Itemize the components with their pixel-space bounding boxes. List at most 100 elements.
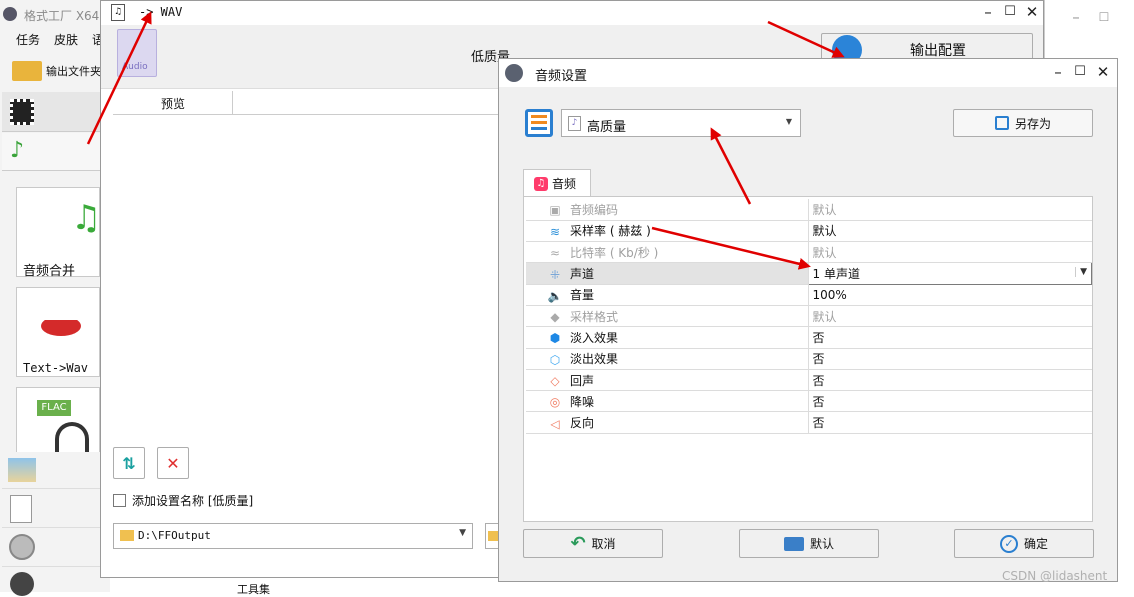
dialog-minimize-icon[interactable]: – bbox=[1047, 61, 1069, 83]
add-setting-name-checkbox[interactable] bbox=[113, 494, 126, 507]
property-row[interactable]: ▣ 音频编码 默认 bbox=[526, 199, 1092, 221]
preview-header-label: 预览 bbox=[161, 97, 186, 111]
dialog-title: 音频设置 bbox=[535, 69, 588, 84]
lips-caption bbox=[41, 312, 81, 320]
property-value: 默认 bbox=[812, 309, 837, 324]
folder-icon bbox=[12, 61, 42, 81]
dialog-maximize-icon[interactable]: ☐ bbox=[1069, 61, 1091, 83]
clear-button[interactable]: ✕ bbox=[157, 447, 189, 479]
main-window: 格式工厂 X64 5 任务 皮肤 语 输出文件夹 ♪ ♫ 音频合并 Text->… bbox=[0, 0, 111, 596]
property-value-cell[interactable]: 否 bbox=[808, 348, 1092, 370]
wave-lines-icon: ≈ bbox=[549, 246, 561, 261]
disc-icon bbox=[9, 534, 35, 560]
reverse-icon: ◁ bbox=[550, 416, 560, 431]
category-image[interactable] bbox=[2, 452, 100, 489]
property-name: 反向 bbox=[570, 416, 595, 431]
sort-button[interactable]: ⇅ bbox=[113, 447, 145, 479]
property-value-cell[interactable]: 否 bbox=[808, 390, 1092, 413]
save-as-button[interactable]: 另存为 bbox=[953, 109, 1093, 137]
property-value: 默认 bbox=[812, 245, 837, 260]
preset-select[interactable]: ♪ 高质量 ▼ bbox=[561, 109, 801, 137]
tool-text-to-wav[interactable]: Text->Wav bbox=[16, 287, 100, 377]
property-row[interactable]: ◆ 采样格式 默认 bbox=[526, 305, 1092, 328]
property-name-cell: ◁ 反向 bbox=[526, 411, 809, 434]
property-name-cell: ◇ 回声 bbox=[526, 369, 809, 392]
property-value-cell[interactable]: 否 bbox=[808, 369, 1092, 392]
property-name: 音频编码 bbox=[570, 202, 619, 217]
default-button[interactable]: 默认 bbox=[739, 529, 879, 558]
hexagon-solid-icon: ⬢ bbox=[549, 331, 561, 346]
folder-browse-icon bbox=[488, 531, 498, 541]
save-as-label: 另存为 bbox=[1014, 116, 1051, 131]
printer-icon bbox=[783, 536, 804, 551]
property-row[interactable]: ◎ 降噪 否 bbox=[526, 390, 1092, 413]
output-path-select[interactable]: D:\FFOutput ▼ bbox=[113, 523, 473, 549]
property-value: 100% bbox=[812, 287, 847, 302]
bg-maximize-icon[interactable]: ☐ bbox=[1093, 6, 1115, 28]
property-value: 否 bbox=[812, 352, 825, 367]
property-row[interactable]: ≋ 采样率 ( 赫兹 ) 默认 bbox=[526, 220, 1092, 243]
property-name: 淡入效果 bbox=[570, 330, 619, 345]
tool-audio-merge[interactable]: ♫ 音频合并 bbox=[16, 187, 101, 279]
property-name: 回声 bbox=[570, 373, 595, 388]
property-value-cell[interactable]: 否 bbox=[808, 411, 1092, 434]
property-name-cell: ≋ 采样率 ( 赫兹 ) bbox=[526, 220, 809, 243]
wav-maximize-icon[interactable]: ☐ bbox=[999, 1, 1021, 23]
dialog-app-icon bbox=[505, 64, 523, 82]
delete-list-icon: ✕ bbox=[166, 453, 180, 473]
wav-close-icon[interactable]: ✕ bbox=[1021, 1, 1043, 23]
menu-item-task[interactable]: 任务 bbox=[16, 31, 40, 48]
property-value-cell[interactable]: 1 单声道 ▼ bbox=[807, 262, 1092, 285]
category-audio[interactable]: ♪ bbox=[2, 133, 100, 171]
bg-minimize-icon[interactable]: – bbox=[1065, 6, 1087, 28]
property-name: 声道 bbox=[570, 267, 595, 282]
ok-button[interactable]: ✓ 确定 bbox=[954, 529, 1094, 558]
cancel-button[interactable]: ↶ 取消 bbox=[523, 529, 663, 558]
preview-header: 预览 bbox=[113, 91, 503, 115]
cube-icon: ◆ bbox=[550, 310, 560, 325]
property-row[interactable]: ≈ 比特率 ( Kb/秒 ) 默认 bbox=[526, 241, 1092, 264]
echo-icon: ◇ bbox=[550, 374, 560, 389]
property-value-cell[interactable]: 默认 bbox=[808, 241, 1092, 264]
noise-icon: ◎ bbox=[549, 395, 561, 410]
tool-flac[interactable]: FLAC bbox=[16, 387, 100, 457]
output-folder-button[interactable]: 输出文件夹 bbox=[12, 61, 101, 81]
property-name-cell: ⬡ 淡出效果 bbox=[526, 348, 809, 370]
flac-headphones-icon bbox=[55, 422, 89, 452]
tab-audio[interactable]: ♫ 音频 bbox=[523, 169, 591, 197]
property-row[interactable]: ⁜ 声道 1 单声道 ▼ bbox=[526, 262, 1092, 285]
document-icon bbox=[10, 495, 32, 523]
property-name-cell: ◆ 采样格式 bbox=[526, 305, 809, 328]
property-value: 否 bbox=[812, 416, 825, 431]
property-name: 音量 bbox=[570, 288, 595, 303]
property-row[interactable]: 🔈 音量 100% bbox=[526, 284, 1092, 306]
save-disk-icon bbox=[994, 116, 1009, 130]
wav-minimize-icon[interactable]: – bbox=[977, 1, 999, 23]
film-strip-icon bbox=[10, 99, 34, 125]
audio-file-icon: Audio bbox=[117, 29, 157, 77]
category-tools[interactable] bbox=[2, 568, 100, 596]
property-row[interactable]: ⬢ 淡入效果 否 bbox=[526, 326, 1092, 349]
add-setting-name-row[interactable]: 添加设置名称 [低质量] bbox=[113, 492, 253, 509]
menu-item-skin[interactable]: 皮肤 bbox=[54, 31, 78, 48]
dialog-close-icon[interactable]: ✕ bbox=[1092, 61, 1114, 83]
property-row[interactable]: ◇ 回声 否 bbox=[526, 369, 1092, 392]
category-video[interactable] bbox=[2, 92, 100, 132]
category-rom[interactable] bbox=[2, 529, 100, 567]
property-value-cell[interactable]: 100% bbox=[808, 284, 1092, 306]
add-setting-name-label: 添加设置名称 [低质量] bbox=[132, 494, 254, 508]
property-value-cell[interactable]: 默认 bbox=[808, 305, 1092, 328]
channel-dropdown-chevron-icon[interactable]: ▼ bbox=[1075, 267, 1087, 278]
property-row[interactable]: ⬡ 淡出效果 否 bbox=[526, 348, 1092, 370]
property-value-cell[interactable]: 默认 bbox=[808, 199, 1092, 221]
property-value-cell[interactable]: 默认 bbox=[808, 220, 1092, 243]
speaker-icon: 🔈 bbox=[547, 288, 563, 303]
property-value-cell[interactable]: 否 bbox=[808, 326, 1092, 349]
dialog-titlebar: 音频设置 – ☐ ✕ bbox=[499, 59, 1117, 87]
property-value: 默认 bbox=[812, 224, 837, 239]
property-row[interactable]: ◁ 反向 否 bbox=[526, 411, 1092, 434]
category-document[interactable] bbox=[2, 490, 100, 528]
preset-chevron-down-icon: ▼ bbox=[785, 117, 792, 126]
film-reel-icon bbox=[10, 572, 34, 596]
ok-label: 确定 bbox=[1023, 537, 1048, 551]
